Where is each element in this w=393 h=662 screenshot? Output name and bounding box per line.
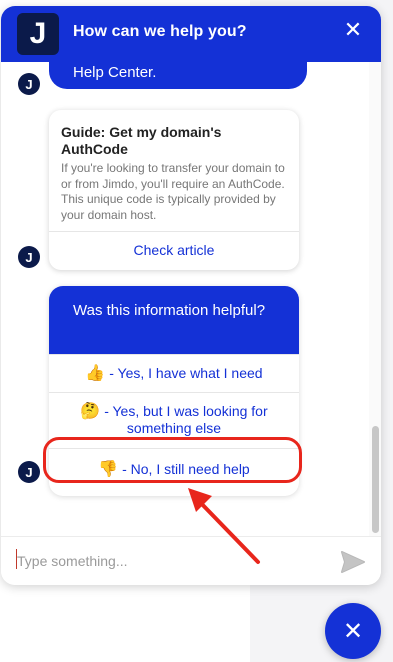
jimdo-logo: J <box>17 13 59 55</box>
poll-option-yes[interactable]: 👍 - Yes, I have what I need <box>49 354 299 392</box>
bot-message-text: Help Center. <box>73 64 157 81</box>
feedback-poll: Was this information helpful? 👍 - Yes, I… <box>49 286 299 496</box>
article-summary: If you're looking to transfer your domai… <box>61 161 285 222</box>
message-input[interactable] <box>15 545 329 577</box>
option-label: - No, I still need help <box>122 461 250 477</box>
message-list[interactable]: Help Center. J Guide: Get my domain's Au… <box>1 62 381 536</box>
poll-question: Was this information helpful? <box>73 302 266 319</box>
thinking-face-icon: 🤔 <box>80 403 101 420</box>
composer <box>1 536 381 585</box>
send-icon[interactable] <box>341 551 365 573</box>
article-card: Guide: Get my domain's AuthCode If you'r… <box>49 110 299 270</box>
close-icon: ✕ <box>342 617 364 645</box>
chat-title: How can we help you? <box>73 23 247 40</box>
thumbs-down-icon: 👎 <box>98 461 119 478</box>
chat-header: J How can we help you? ✕ <box>1 6 381 62</box>
close-chat-button[interactable]: ✕ <box>341 18 365 42</box>
scrollbar-thumb[interactable] <box>372 426 379 533</box>
poll-question-bubble: Was this information helpful? <box>49 286 299 354</box>
article-title: Guide: Get my domain's AuthCode <box>61 124 222 157</box>
bot-avatar: J <box>18 73 40 95</box>
close-icon: ✕ <box>343 17 363 42</box>
bot-avatar: J <box>18 461 40 483</box>
poll-option-no[interactable]: 👎 - No, I still need help <box>49 448 299 496</box>
bot-message-bubble: Help Center. <box>49 62 307 89</box>
thumbs-up-icon: 👍 <box>85 365 106 382</box>
option-label: - Yes, but I was looking for something e… <box>104 403 268 436</box>
chat-launcher-button[interactable]: ✕ <box>325 603 381 659</box>
check-article-button[interactable]: Check article <box>49 231 299 270</box>
poll-option-yes-but[interactable]: 🤔 - Yes, but I was looking for something… <box>49 392 299 447</box>
option-label: - Yes, I have what I need <box>109 365 263 381</box>
chat-widget: J How can we help you? ✕ Help Center. J … <box>1 6 381 585</box>
bot-avatar: J <box>18 246 40 268</box>
